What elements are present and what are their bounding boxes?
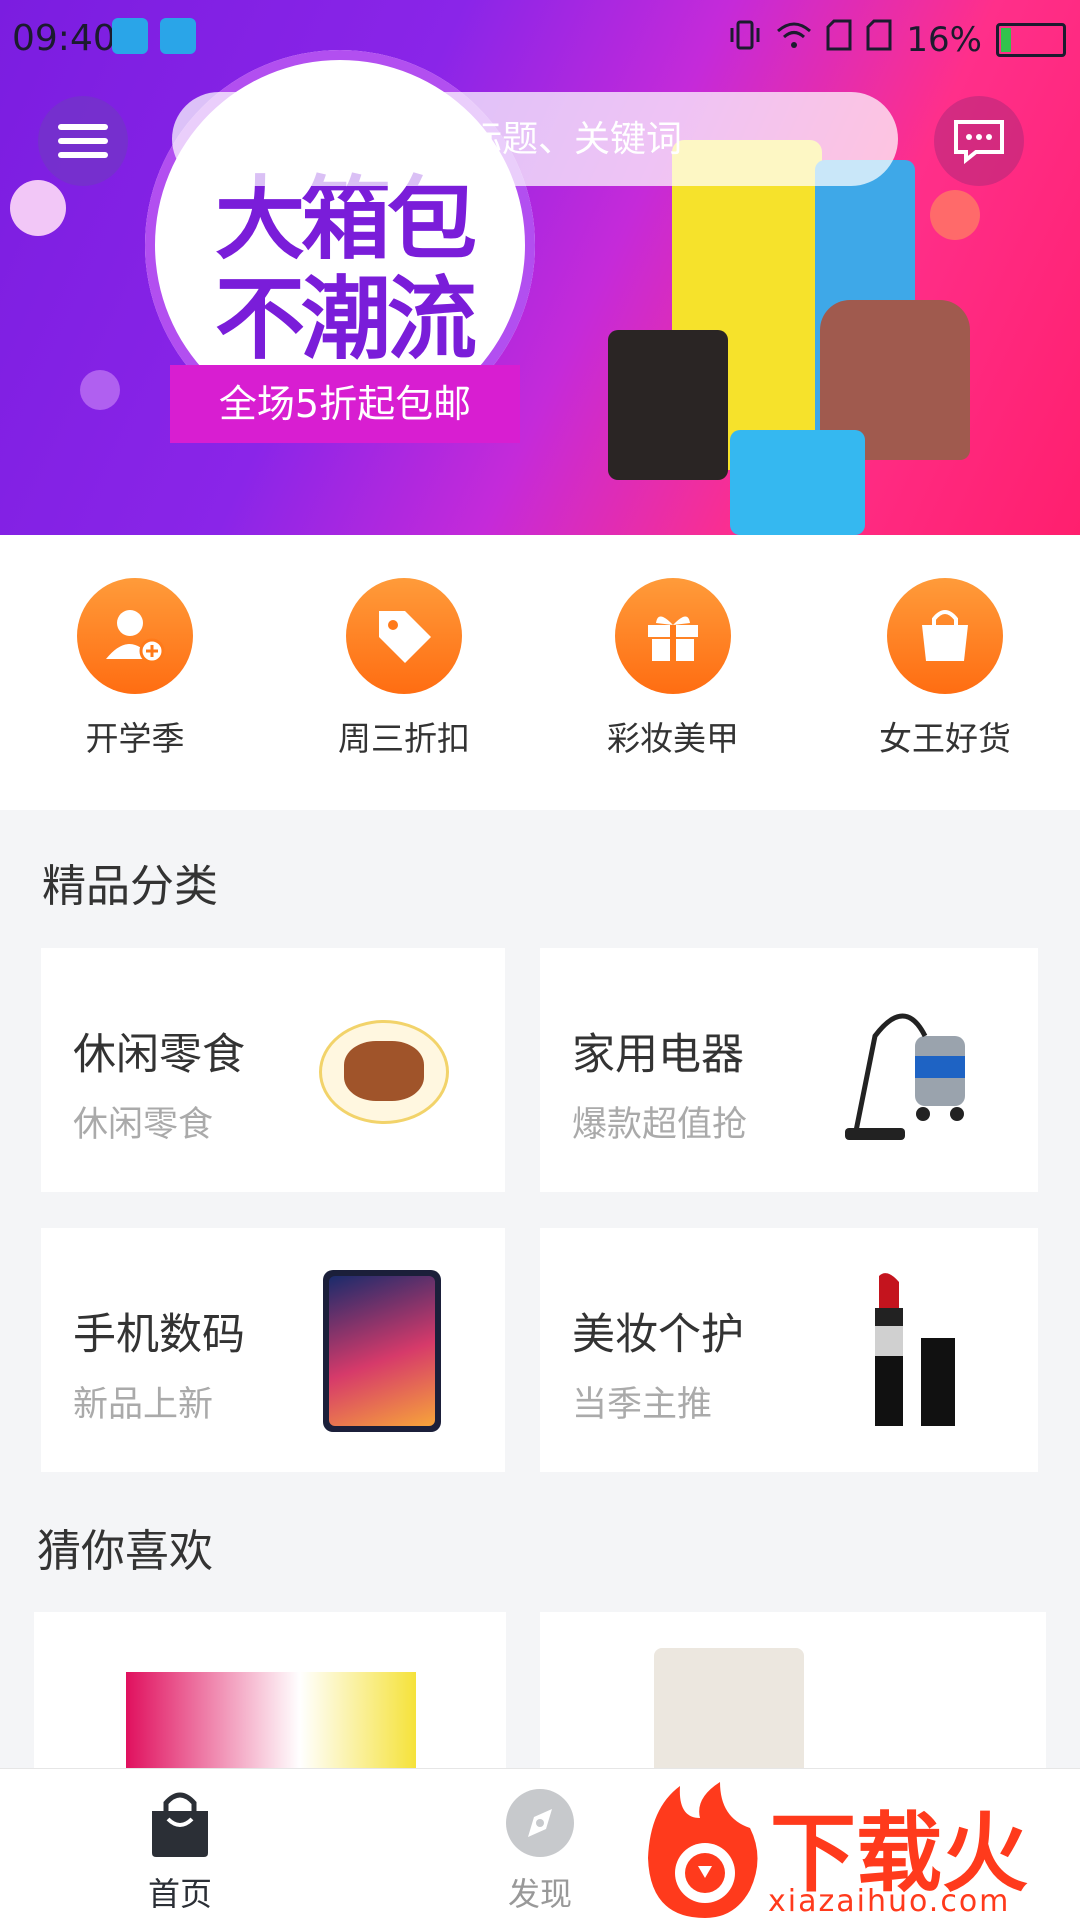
quick-entry-wednesday-discount[interactable]: 周三折扣: [304, 578, 504, 760]
tab-discover[interactable]: 发现: [460, 1787, 620, 1915]
status-time: 09:40: [12, 18, 116, 59]
sim-card-icon: [866, 19, 892, 60]
battery-icon: [996, 22, 1066, 57]
search-bar[interactable]: [172, 92, 898, 186]
product-card[interactable]: [540, 1612, 1046, 1772]
menu-icon: [58, 124, 108, 130]
category-card-appliances[interactable]: 家用电器 爆款超值抢: [540, 948, 1038, 1192]
price-tag-icon: [346, 578, 462, 694]
category-card-snacks[interactable]: 休闲零食 休闲零食: [41, 948, 505, 1192]
category-title: 家用电器: [572, 1030, 744, 1080]
section-title-categories: 精品分类: [42, 861, 218, 912]
battery-percent: 16%: [906, 19, 982, 60]
tab-label: 首页: [147, 1875, 212, 1913]
section-title-recommend: 猜你喜欢: [37, 1526, 213, 1577]
promo-headline: 大箱包 不潮流: [215, 167, 477, 372]
battery-app-icon: [160, 18, 196, 54]
quick-entry-label: 女王好货: [879, 719, 1011, 758]
screenshot-app-icon: [112, 18, 148, 54]
category-subtitle: 休闲零食: [73, 1105, 214, 1145]
lipstick-image: [875, 1273, 955, 1426]
watermark-url: xiazaihuo.com: [768, 1884, 1011, 1919]
category-title: 手机数码: [73, 1310, 245, 1360]
shopping-bag-icon: [887, 578, 1003, 694]
wifi-icon: [776, 20, 812, 60]
category-title: 美妆个护: [572, 1310, 744, 1360]
status-bar: 09:40 16%: [0, 0, 1080, 78]
promo-ribbon: 全场5折起包邮: [170, 365, 520, 443]
tab-label: 发现: [507, 1875, 572, 1913]
category-subtitle: 当季主推: [572, 1385, 713, 1425]
quick-entry-label: 彩妆美甲: [607, 719, 739, 758]
decor-ball: [80, 370, 120, 410]
category-title: 休闲零食: [73, 1030, 245, 1080]
vibrate-icon: [728, 18, 762, 61]
shopping-bag-icon: [152, 1792, 208, 1857]
category-card-digital[interactable]: 手机数码 新品上新: [41, 1228, 505, 1472]
quick-entry-makeup-nails[interactable]: 彩妆美甲: [573, 578, 773, 760]
menu-button[interactable]: [38, 96, 128, 186]
smartphone-image: [323, 1270, 441, 1432]
compass-icon: [506, 1789, 574, 1857]
blue-handbag-image: [730, 430, 865, 535]
decor-ball: [10, 180, 66, 236]
quick-entry-label: 开学季: [85, 719, 185, 758]
decor-ball: [930, 190, 980, 240]
category-card-beauty[interactable]: 美妆个护 当季主推: [540, 1228, 1038, 1472]
watermark-logo: 下载火 xiazaihuo.com: [640, 1778, 1080, 1920]
category-subtitle: 新品上新: [73, 1385, 214, 1425]
promo-banner[interactable]: 大箱包 不潮流 全场5折起包邮 09:40 16%: [0, 0, 1080, 535]
product-card[interactable]: [34, 1612, 506, 1772]
flame-logo-icon: [648, 1782, 758, 1918]
black-bag-image: [608, 330, 728, 480]
vacuum-cleaner-image: [845, 1013, 965, 1140]
search-icon: [229, 122, 263, 156]
quick-entry-queen-goods[interactable]: 女王好货: [845, 578, 1045, 760]
add-user-icon: [77, 578, 193, 694]
product-image-snack: [126, 1672, 416, 1772]
gift-icon: [615, 578, 731, 694]
product-image-seaweed: [654, 1648, 804, 1772]
search-input[interactable]: [284, 117, 848, 161]
message-button[interactable]: [934, 96, 1024, 186]
quick-entries: 开学季 周三折扣 彩妆美甲 女王好货: [0, 535, 1080, 810]
quick-entry-label: 周三折扣: [338, 719, 470, 758]
snack-image: [319, 1020, 449, 1124]
message-icon: [954, 120, 1004, 165]
category-subtitle: 爆款超值抢: [572, 1105, 748, 1145]
quick-entry-school-season[interactable]: 开学季: [35, 578, 235, 760]
tab-home[interactable]: 首页: [100, 1787, 260, 1915]
sim-card-icon: [826, 19, 852, 60]
status-indicators: 16%: [728, 18, 1066, 61]
